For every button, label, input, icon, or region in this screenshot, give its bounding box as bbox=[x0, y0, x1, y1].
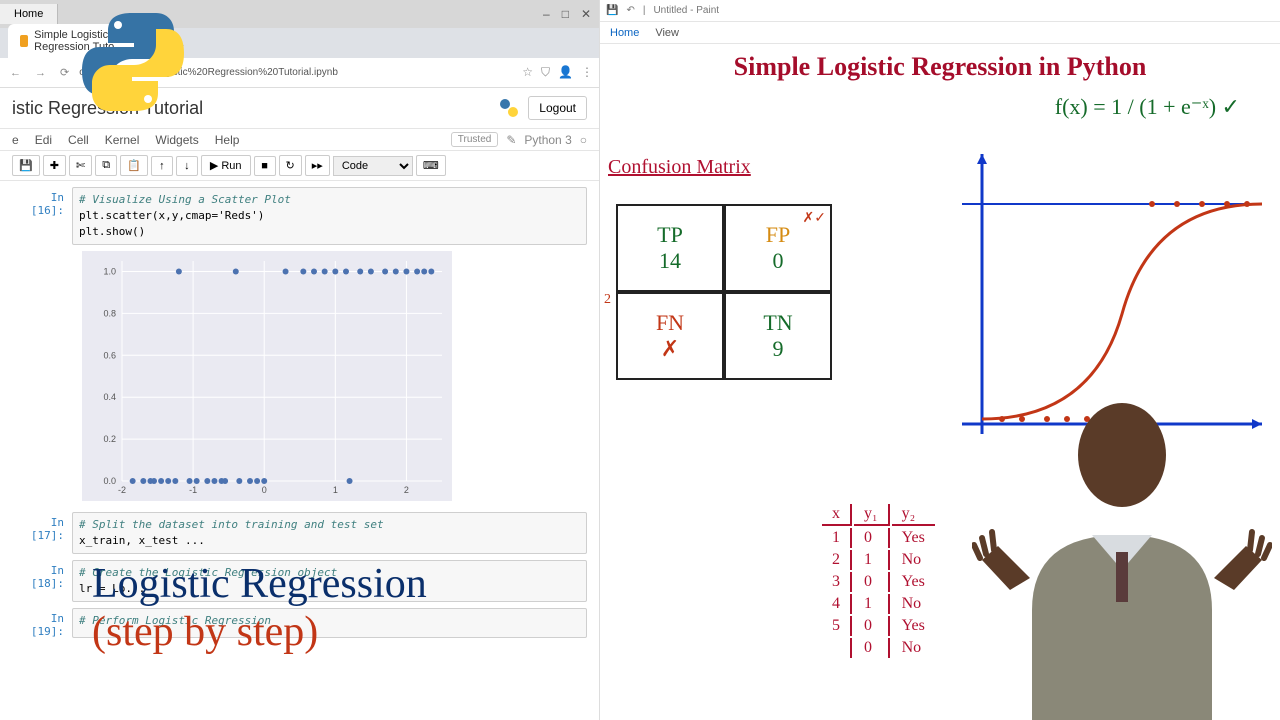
svg-text:2: 2 bbox=[404, 485, 409, 495]
command-palette-button[interactable]: ⌨ bbox=[416, 155, 446, 176]
jupyter-favicon-icon bbox=[20, 35, 28, 47]
svg-text:0.2: 0.2 bbox=[103, 434, 116, 444]
svg-text:0.8: 0.8 bbox=[103, 308, 116, 318]
cm-fn-mark: 2 bbox=[604, 292, 611, 308]
paste-button[interactable]: 📋 bbox=[120, 155, 148, 176]
tab-close-icon[interactable]: ✕ bbox=[147, 35, 156, 48]
cell-prompt: In [19]: bbox=[12, 608, 72, 638]
maximize-button[interactable]: □ bbox=[562, 7, 569, 21]
jupyter-header: istic Regression Tutorial Logout bbox=[0, 88, 599, 129]
cut-button[interactable]: ✄ bbox=[69, 155, 92, 176]
back-button[interactable]: ← bbox=[6, 65, 25, 81]
move-down-button[interactable]: ↓ bbox=[176, 156, 198, 176]
cm-fp-mark: ✗✓ bbox=[803, 210, 826, 227]
whiteboard-canvas[interactable]: Simple Logistic Regression in Python f(x… bbox=[600, 44, 1280, 720]
edit-icon[interactable]: ✎ bbox=[506, 133, 516, 147]
copy-button[interactable]: ⧉ bbox=[95, 155, 117, 176]
presenter-image bbox=[972, 380, 1272, 720]
cm-tn-label: TN bbox=[763, 310, 792, 336]
menu-cell[interactable]: Cell bbox=[68, 133, 89, 147]
paint-ribbon-tabs: Home View bbox=[600, 22, 1280, 44]
cell-source[interactable]: # Visualize Using a Scatter Plot plt.sca… bbox=[72, 187, 587, 245]
star-icon[interactable]: ☆ bbox=[522, 65, 533, 80]
restart-button[interactable]: ↻ bbox=[279, 155, 302, 176]
cm-fp-count: 0 bbox=[773, 248, 784, 274]
move-up-button[interactable]: ↑ bbox=[151, 156, 173, 176]
notebook-title[interactable]: istic Regression Tutorial bbox=[12, 98, 203, 119]
cell-source[interactable]: # Split the dataset into training and te… bbox=[72, 512, 587, 554]
jupyter-menubar: e Edi Cell Kernel Widgets Help Trusted ✎… bbox=[0, 129, 599, 151]
browser-tab-active[interactable]: Simple Logistic Regression Tuto ✕ bbox=[8, 24, 168, 58]
save-button[interactable]: 💾 bbox=[12, 155, 40, 176]
logout-button[interactable]: Logout bbox=[528, 96, 587, 120]
restart-run-button[interactable]: ▸▸ bbox=[305, 155, 330, 176]
shield-icon[interactable]: ⛉ bbox=[541, 65, 550, 80]
tab-title: Simple Logistic Regression Tuto bbox=[34, 29, 141, 53]
svg-text:1.0: 1.0 bbox=[103, 266, 116, 276]
paint-qat-save-icon[interactable]: 💾 bbox=[606, 5, 618, 16]
add-cell-button[interactable]: ✚ bbox=[43, 155, 66, 176]
code-cell[interactable]: In [17]: # Split the dataset into traini… bbox=[12, 512, 587, 554]
svg-text:1: 1 bbox=[333, 485, 338, 495]
svg-text:-1: -1 bbox=[189, 485, 197, 495]
address-bar-row: ← → ⟳ ooks/Simple%20Logistic%20Regressio… bbox=[0, 58, 599, 88]
new-tab-button[interactable]: + bbox=[168, 32, 192, 58]
cell-prompt: In [18]: bbox=[12, 560, 72, 602]
run-button[interactable]: ▶ Run bbox=[201, 155, 251, 176]
menu-icon[interactable]: ⋮ bbox=[581, 65, 593, 80]
jupyter-toolbar: 💾 ✚ ✄ ⧉ 📋 ↑ ↓ ▶ Run ■ ↻ ▸▸ Code ⌨ bbox=[0, 151, 599, 181]
lesson-title: Simple Logistic Regression in Python bbox=[600, 44, 1280, 82]
cell-prompt: In [16]: bbox=[12, 187, 72, 245]
svg-text:0.6: 0.6 bbox=[103, 350, 116, 360]
profile-icon[interactable]: 👤 bbox=[558, 65, 573, 80]
video-title-line1: Logistic Regression bbox=[92, 560, 427, 608]
confusion-matrix: TP 14 FP 0 ✗✓ 2 FN ✗ TN 9 bbox=[616, 204, 836, 384]
cm-fn-label: FN bbox=[656, 310, 684, 336]
cm-tp-count: 14 bbox=[659, 248, 681, 274]
scatter-plot-output: -2 -1 0 1 2 0.0 0.2 0.4 0.6 0.8 1.0 bbox=[82, 251, 587, 506]
sample-data-table: x y₁ y₂ 10Yes21No30Yes41No50Yes0No bbox=[820, 502, 937, 660]
kernel-idle-icon: ○ bbox=[580, 133, 587, 147]
paint-window: 💾 ↶ | Untitled - Paint Home View Simple … bbox=[600, 0, 1280, 720]
reload-button[interactable]: ⟳ bbox=[56, 64, 73, 81]
cm-fn-count: ✗ bbox=[661, 336, 679, 362]
cell-prompt: In [17]: bbox=[12, 512, 72, 554]
svg-text:0.4: 0.4 bbox=[103, 392, 116, 402]
sigmoid-formula: f(x) = 1 / (1 + e⁻ˣ) ✓ bbox=[1055, 94, 1240, 120]
kernel-name: Python 3 bbox=[524, 133, 571, 147]
paint-qat-undo-icon[interactable]: ↶ bbox=[626, 5, 634, 16]
menu-file[interactable]: e bbox=[12, 133, 19, 147]
cm-tn-count: 9 bbox=[773, 336, 784, 362]
cm-fp-label: FP bbox=[766, 222, 790, 248]
python-small-icon bbox=[498, 97, 520, 119]
trusted-badge: Trusted bbox=[451, 132, 499, 147]
menu-kernel[interactable]: Kernel bbox=[105, 133, 140, 147]
interrupt-button[interactable]: ■ bbox=[254, 156, 276, 176]
home-tab[interactable]: Home bbox=[0, 4, 58, 24]
browser-tab-strip: Simple Logistic Regression Tuto ✕ + bbox=[0, 28, 599, 58]
code-cell[interactable]: In [16]: # Visualize Using a Scatter Plo… bbox=[12, 187, 587, 245]
svg-text:-2: -2 bbox=[118, 485, 126, 495]
forward-button[interactable]: → bbox=[31, 65, 50, 81]
confusion-matrix-title: Confusion Matrix bbox=[608, 156, 751, 179]
menu-edit[interactable]: Edi bbox=[35, 133, 52, 147]
ribbon-tab-view[interactable]: View bbox=[655, 27, 679, 39]
minimize-button[interactable]: – bbox=[543, 7, 550, 21]
menu-widgets[interactable]: Widgets bbox=[155, 133, 198, 147]
video-title-line2: (step by step) bbox=[92, 608, 318, 656]
paint-titlebar: 💾 ↶ | Untitled - Paint bbox=[600, 0, 1280, 22]
cm-tp-label: TP bbox=[657, 222, 683, 248]
svg-text:0: 0 bbox=[262, 485, 267, 495]
celltype-select[interactable]: Code bbox=[333, 156, 413, 176]
svg-text:0.0: 0.0 bbox=[103, 476, 116, 486]
url-field[interactable]: ooks/Simple%20Logistic%20Regression%20Tu… bbox=[79, 67, 516, 78]
menu-help[interactable]: Help bbox=[215, 133, 240, 147]
paint-title: Untitled - Paint bbox=[653, 5, 719, 16]
close-button[interactable]: ✕ bbox=[581, 7, 591, 21]
ribbon-tab-home[interactable]: Home bbox=[610, 27, 639, 39]
